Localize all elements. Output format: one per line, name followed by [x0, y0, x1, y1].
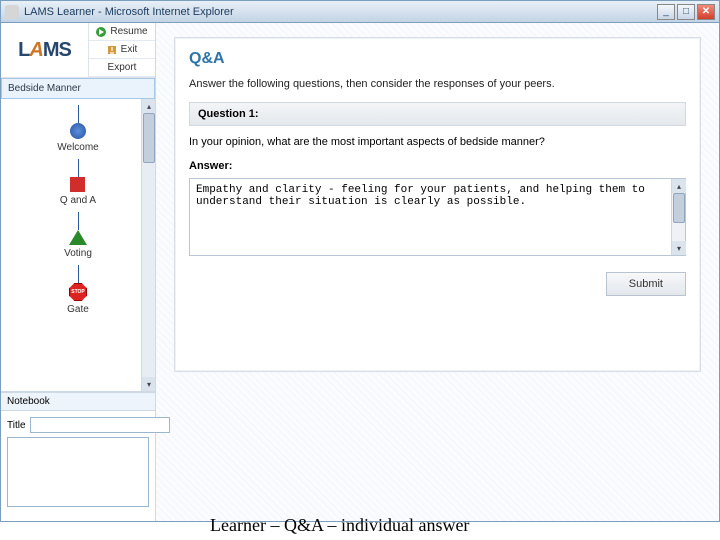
circle-icon [70, 123, 86, 139]
qa-card: Q&A Answer the following questions, then… [174, 37, 701, 372]
resume-label: Resume [110, 26, 147, 37]
activity-welcome[interactable]: Welcome [57, 123, 99, 159]
answer-textarea[interactable] [190, 179, 671, 255]
resume-icon [96, 27, 106, 37]
square-icon [70, 177, 85, 192]
close-button[interactable]: ✕ [697, 4, 715, 20]
export-button[interactable]: Export [89, 59, 155, 77]
submit-row: Submit [189, 272, 686, 296]
sequence-title: Bedside Manner [1, 78, 155, 99]
activity-label: Gate [67, 304, 89, 315]
notebook-panel: Title [1, 411, 155, 521]
connector-line [78, 212, 79, 230]
submit-button[interactable]: Submit [606, 272, 686, 296]
window-title: LAMS Learner - Microsoft Internet Explor… [24, 6, 657, 18]
app-body: LAMS Resume Exit Export Bedside [1, 23, 719, 521]
scroll-up-icon[interactable]: ▴ [672, 179, 686, 193]
activity-gate[interactable]: STOP Gate [67, 283, 89, 321]
minimize-button[interactable]: _ [657, 4, 675, 20]
notebook-header[interactable]: Notebook [1, 392, 155, 411]
notebook-title-input[interactable] [30, 417, 170, 433]
left-sidebar: LAMS Resume Exit Export Bedside [1, 23, 156, 521]
notebook-textarea[interactable] [7, 437, 149, 507]
scroll-down-icon[interactable]: ▾ [672, 241, 686, 255]
activity-voting[interactable]: Voting [64, 230, 92, 265]
slide-caption: Learner – Q&A – individual answer [210, 515, 469, 536]
exit-button[interactable]: Exit [89, 41, 155, 59]
resume-button[interactable]: Resume [89, 23, 155, 41]
answer-label: Answer: [189, 160, 686, 172]
maximize-button[interactable]: □ [677, 4, 695, 20]
connector-line [78, 265, 79, 283]
question-header: Question 1: [189, 102, 686, 126]
activity-label: Voting [64, 248, 92, 259]
scroll-up-icon[interactable]: ▴ [142, 99, 155, 113]
scrollbar-thumb[interactable] [673, 193, 685, 223]
logo-a: A [29, 39, 42, 62]
sequence-pane: Welcome Q and A Voting [1, 99, 155, 392]
main-content: Q&A Answer the following questions, then… [156, 23, 719, 521]
answer-box: ▴ ▾ [189, 178, 686, 256]
lams-logo: LAMS [1, 23, 89, 77]
titlebar: LAMS Learner - Microsoft Internet Explor… [1, 1, 719, 23]
answer-scrollbar[interactable]: ▴ ▾ [671, 179, 685, 255]
sequence-scrollbar[interactable]: ▴ ▾ [141, 99, 155, 391]
stop-text: STOP [71, 289, 85, 295]
logo-ms: MS [43, 39, 71, 62]
connector-line [78, 105, 79, 123]
activity-label: Welcome [57, 142, 99, 153]
app-icon [5, 5, 19, 19]
top-actions: Resume Exit Export [89, 23, 155, 77]
activity-sequence: Welcome Q and A Voting [1, 99, 155, 321]
export-label: Export [108, 62, 137, 73]
scrollbar-thumb[interactable] [143, 113, 155, 163]
connector-line [78, 159, 79, 177]
header-row: LAMS Resume Exit Export [1, 23, 155, 78]
window-controls: _ □ ✕ [657, 4, 715, 20]
qa-instructions: Answer the following questions, then con… [189, 78, 686, 90]
browser-window: LAMS Learner - Microsoft Internet Explor… [0, 0, 720, 522]
stop-icon: STOP [69, 283, 87, 301]
scroll-down-icon[interactable]: ▾ [142, 377, 155, 391]
activity-label: Q and A [60, 195, 96, 206]
question-text: In your opinion, what are the most impor… [189, 136, 686, 148]
exit-icon [107, 45, 117, 55]
logo-l: L [18, 39, 29, 62]
triangle-icon [69, 230, 87, 245]
qa-heading: Q&A [189, 50, 686, 68]
activity-qanda[interactable]: Q and A [60, 177, 96, 212]
exit-label: Exit [121, 44, 138, 55]
notebook-title-label: Title [7, 420, 26, 431]
